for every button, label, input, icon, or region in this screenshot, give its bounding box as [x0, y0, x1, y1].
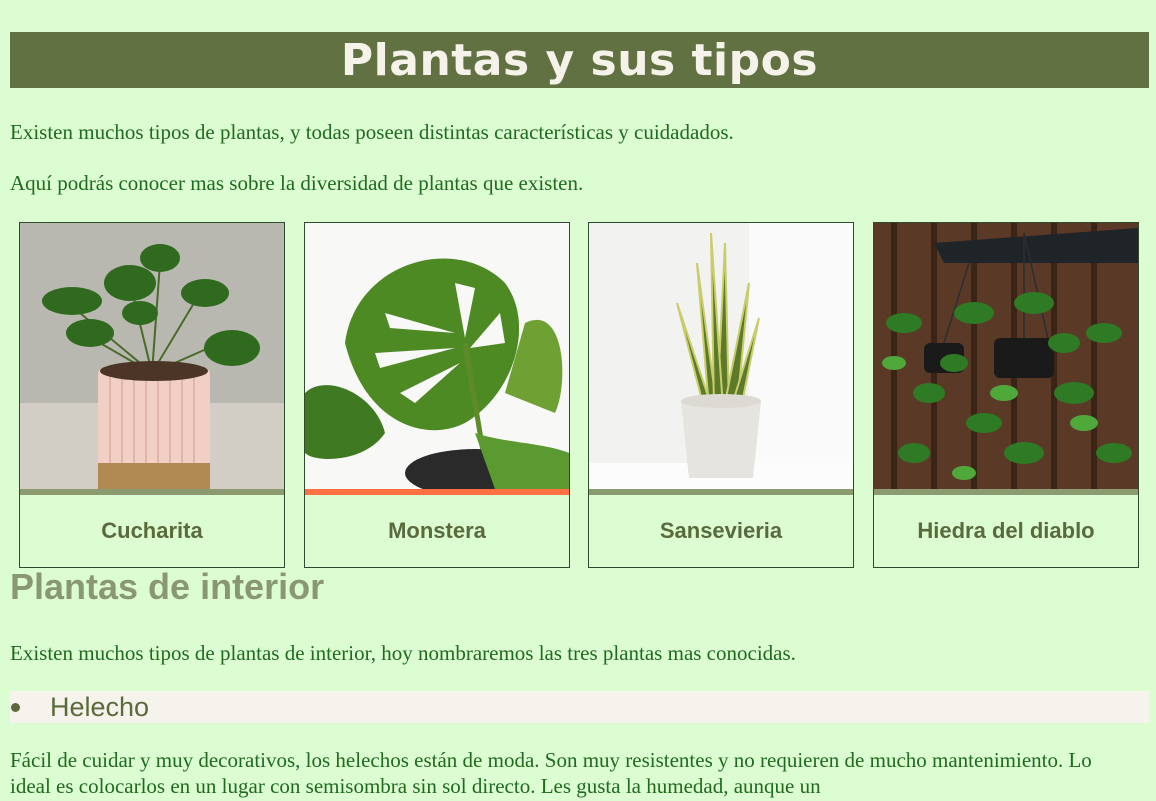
plant-card-cucharita[interactable]: Cucharita [19, 222, 285, 568]
title-banner: Plantas y sus tipos [10, 32, 1149, 88]
page-title: Plantas y sus tipos [340, 34, 819, 86]
section-intro: Existen muchos tipos de plantas de inter… [10, 641, 796, 665]
list-item-label: Helecho [50, 691, 150, 722]
plant-card-monstera[interactable]: Monstera [304, 222, 570, 568]
intro-paragraph-1: Existen muchos tipos de plantas, y todas… [10, 120, 734, 144]
plant-cards: Cucharita Monstera Sansevieria Hiedra de… [0, 222, 1156, 568]
card-title: Hiedra del diablo [917, 518, 1095, 543]
card-title: Cucharita [101, 518, 203, 543]
bullet-icon [11, 702, 20, 712]
cucharita-image [20, 223, 284, 489]
monstera-image [305, 223, 569, 489]
hiedra-del-diablo-image [874, 223, 1138, 489]
list-item-helecho: Helecho [10, 691, 1149, 723]
card-title: Sansevieria [659, 518, 783, 543]
sansevieria-image [589, 223, 853, 489]
intro-paragraph-2: Aquí podrás conocer mas sobre la diversi… [10, 171, 584, 195]
section-title: Plantas de interior [10, 566, 325, 607]
plant-card-sansevieria[interactable]: Sansevieria [588, 222, 854, 568]
helecho-description: Fácil de cuidar y muy decorativos, los h… [10, 748, 1092, 798]
plant-card-hiedra-del-diablo[interactable]: Hiedra del diablo [873, 222, 1139, 568]
card-title: Monstera [388, 518, 486, 543]
